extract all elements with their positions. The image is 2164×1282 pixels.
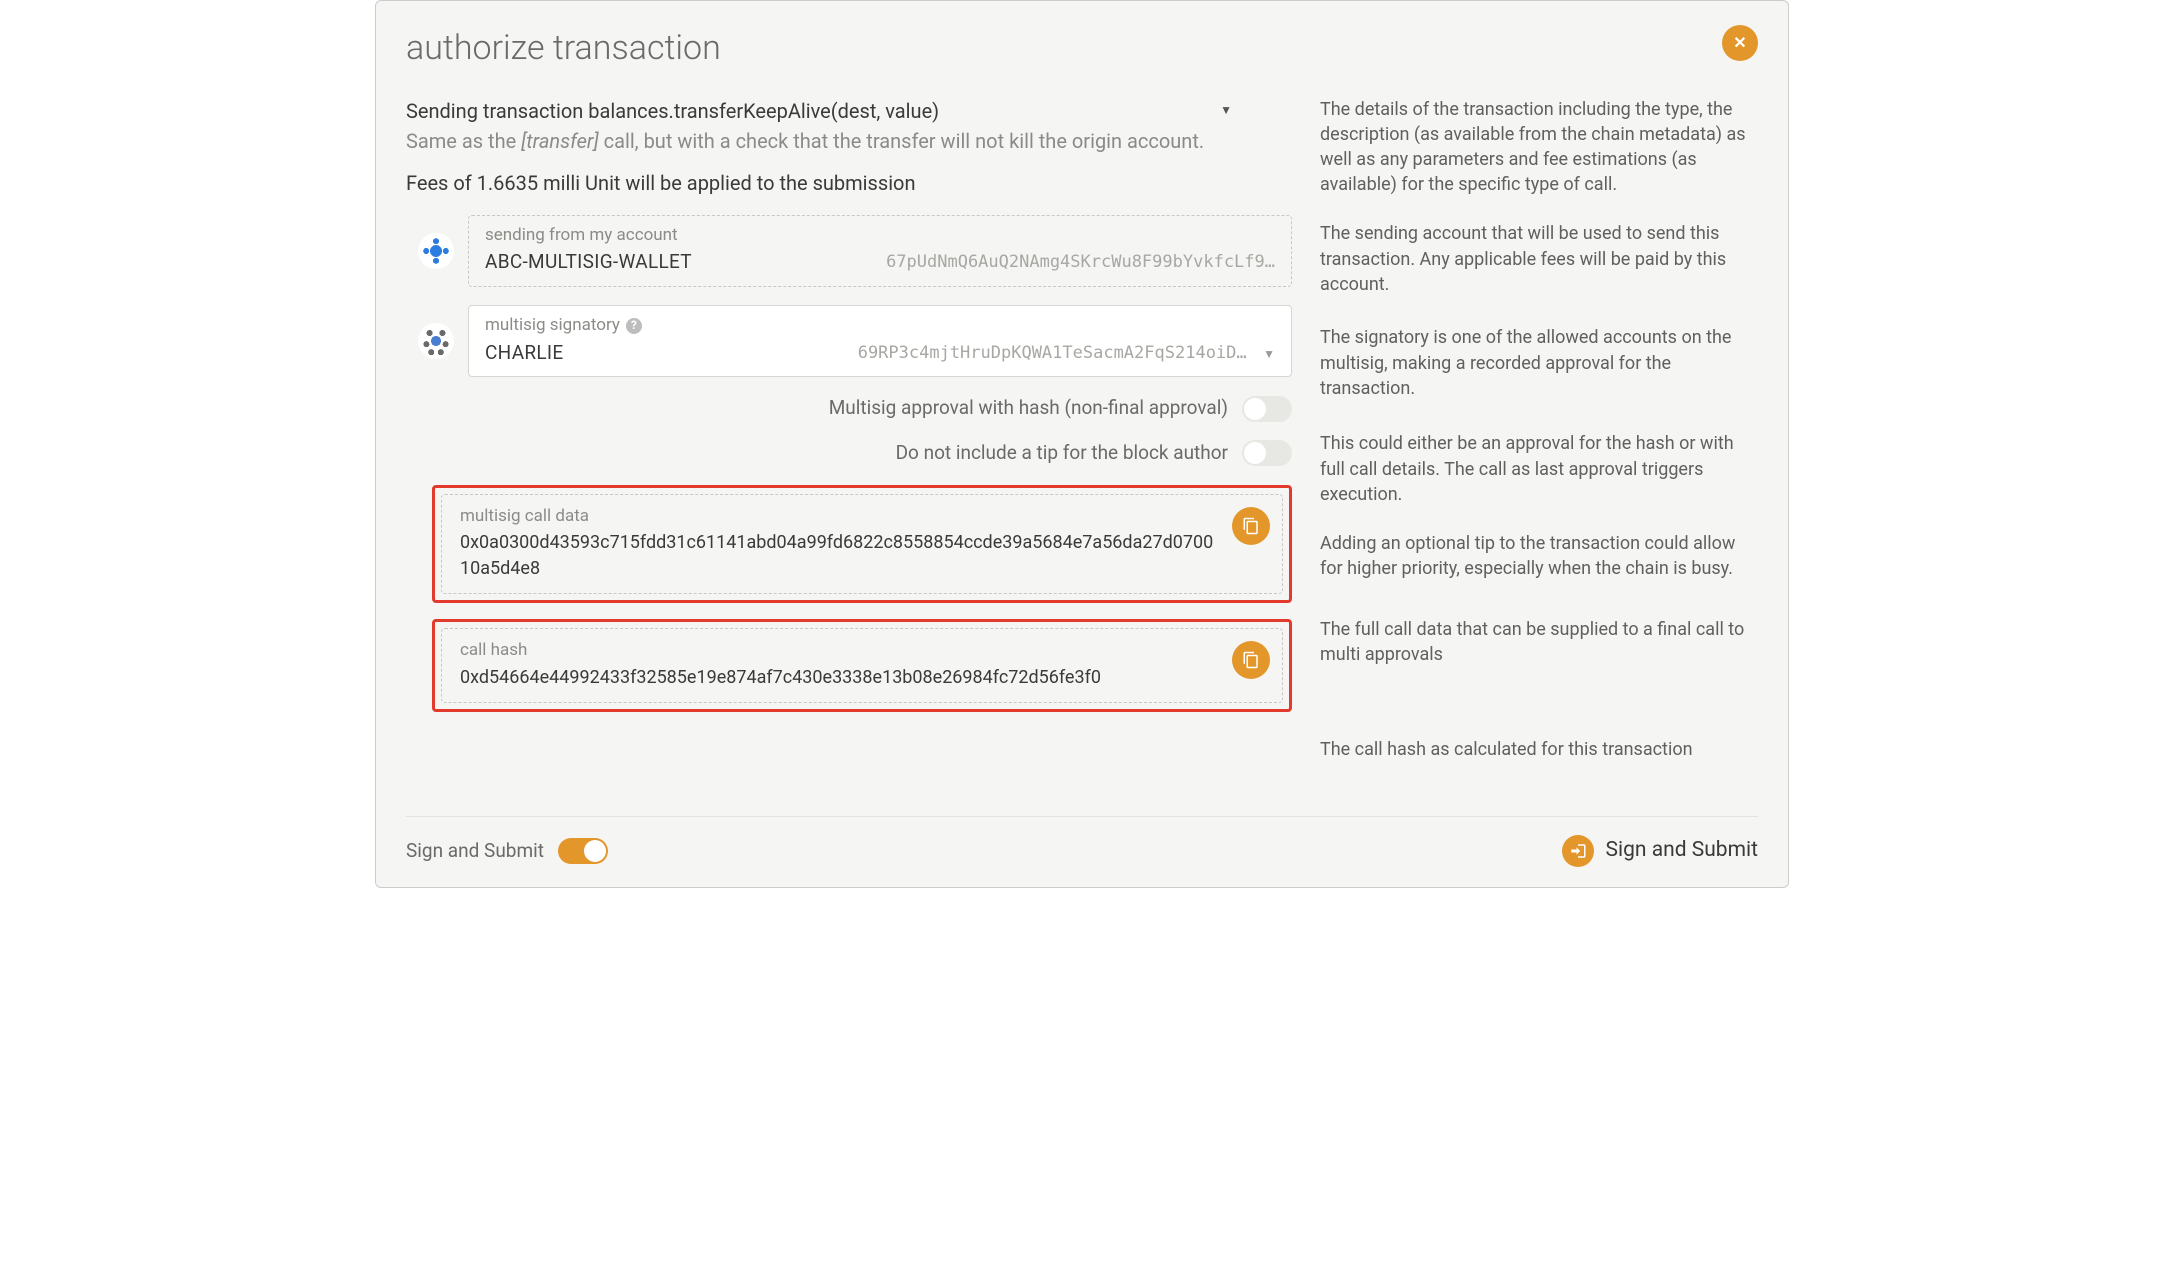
modal-header: authorize transaction ✕ — [406, 25, 1758, 73]
transaction-fees: Fees of 1.6635 milli Unit will be applie… — [406, 169, 1292, 197]
signatory-identicon — [418, 323, 454, 359]
signatory-row: multisig signatory ? CHARLIE 69RP3c4mjtH… — [418, 305, 1292, 377]
call-data-highlight: multisig call data 0x0a0300d43593c715fdd… — [432, 485, 1292, 603]
modal-title: authorize transaction — [406, 25, 721, 73]
sending-account-identicon — [418, 233, 454, 269]
chevron-down-icon: ▼ — [1220, 102, 1292, 119]
chevron-down-icon: ▼ — [1263, 347, 1275, 361]
sending-from-name: ABC-MULTISIG-WALLET — [485, 249, 692, 276]
sending-from-row: sending from my account ABC-MULTISIG-WAL… — [418, 215, 1292, 287]
call-hash-label: call hash — [460, 639, 1264, 663]
sign-submit-toggle-label: Sign and Submit — [406, 838, 544, 865]
help-icon[interactable]: ? — [626, 318, 642, 334]
sign-in-icon — [1562, 835, 1594, 867]
call-hash-value: 0xd54664e44992433f32585e19e874af7c430e33… — [460, 665, 1264, 690]
close-icon: ✕ — [1733, 32, 1746, 54]
no-tip-toggle[interactable] — [1242, 440, 1292, 466]
sending-from-label: sending from my account — [485, 224, 1275, 248]
transaction-title: Sending transaction balances.transferKee… — [406, 97, 939, 125]
approval-hash-toggle-row: Multisig approval with hash (non-final a… — [406, 395, 1292, 422]
desc-calldata: The full call data that can be supplied … — [1320, 617, 1758, 713]
call-hash-highlight: call hash 0xd54664e44992433f32585e19e874… — [432, 619, 1292, 712]
modal-content: Sending transaction balances.transferKee… — [406, 97, 1758, 787]
copy-call-data-button[interactable] — [1232, 507, 1270, 545]
close-button[interactable]: ✕ — [1722, 25, 1758, 61]
transaction-subtitle: Same as the [transfer] call, but with a … — [406, 127, 1292, 155]
copy-icon — [1242, 651, 1260, 669]
right-column: The details of the transaction including… — [1320, 97, 1758, 787]
no-tip-toggle-row: Do not include a tip for the block autho… — [406, 440, 1292, 467]
sign-submit-toggle[interactable] — [558, 838, 608, 864]
desc-sending: The sending account that will be used to… — [1320, 221, 1758, 301]
transaction-title-row[interactable]: Sending transaction balances.transferKee… — [406, 97, 1292, 125]
sending-from-field: sending from my account ABC-MULTISIG-WAL… — [468, 215, 1292, 287]
call-data-box: multisig call data 0x0a0300d43593c715fdd… — [441, 494, 1283, 594]
approval-hash-label: Multisig approval with hash (non-final a… — [829, 395, 1228, 422]
signatory-name: CHARLIE — [485, 340, 564, 367]
signatory-address: 69RP3c4mjtHruDpKQWA1TeSacmA2FqS214oiD… — [858, 343, 1247, 363]
no-tip-label: Do not include a tip for the block autho… — [896, 440, 1228, 467]
copy-icon — [1242, 517, 1260, 535]
desc-callhash: The call hash as calculated for this tra… — [1320, 737, 1758, 762]
footer-left: Sign and Submit — [406, 838, 608, 865]
authorize-transaction-modal: authorize transaction ✕ Sending transact… — [375, 0, 1789, 888]
call-data-value: 0x0a0300d43593c715fdd31c61141abd04a99fd6… — [460, 530, 1264, 580]
desc-signatory: The signatory is one of the allowed acco… — [1320, 325, 1758, 407]
sign-and-submit-button[interactable]: Sign and Submit — [1562, 835, 1758, 867]
modal-footer: Sign and Submit Sign and Submit — [406, 816, 1758, 867]
left-column: Sending transaction balances.transferKee… — [406, 97, 1292, 787]
desc-approval: This could either be an approval for the… — [1320, 431, 1758, 507]
call-data-label: multisig call data — [460, 505, 1264, 529]
sign-and-submit-label: Sign and Submit — [1606, 836, 1758, 865]
call-hash-box: call hash 0xd54664e44992433f32585e19e874… — [441, 628, 1283, 703]
desc-details: The details of the transaction including… — [1320, 97, 1758, 198]
sending-from-address: 67pUdNmQ6AuQ2NAmg4SKrcWu8F99bYvkfcLf9… — [886, 251, 1275, 275]
approval-hash-toggle[interactable] — [1242, 396, 1292, 422]
desc-tip: Adding an optional tip to the transactio… — [1320, 531, 1758, 593]
signatory-dropdown[interactable]: multisig signatory ? CHARLIE 69RP3c4mjtH… — [468, 305, 1292, 377]
signatory-label: multisig signatory ? — [485, 314, 1275, 338]
copy-call-hash-button[interactable] — [1232, 641, 1270, 679]
